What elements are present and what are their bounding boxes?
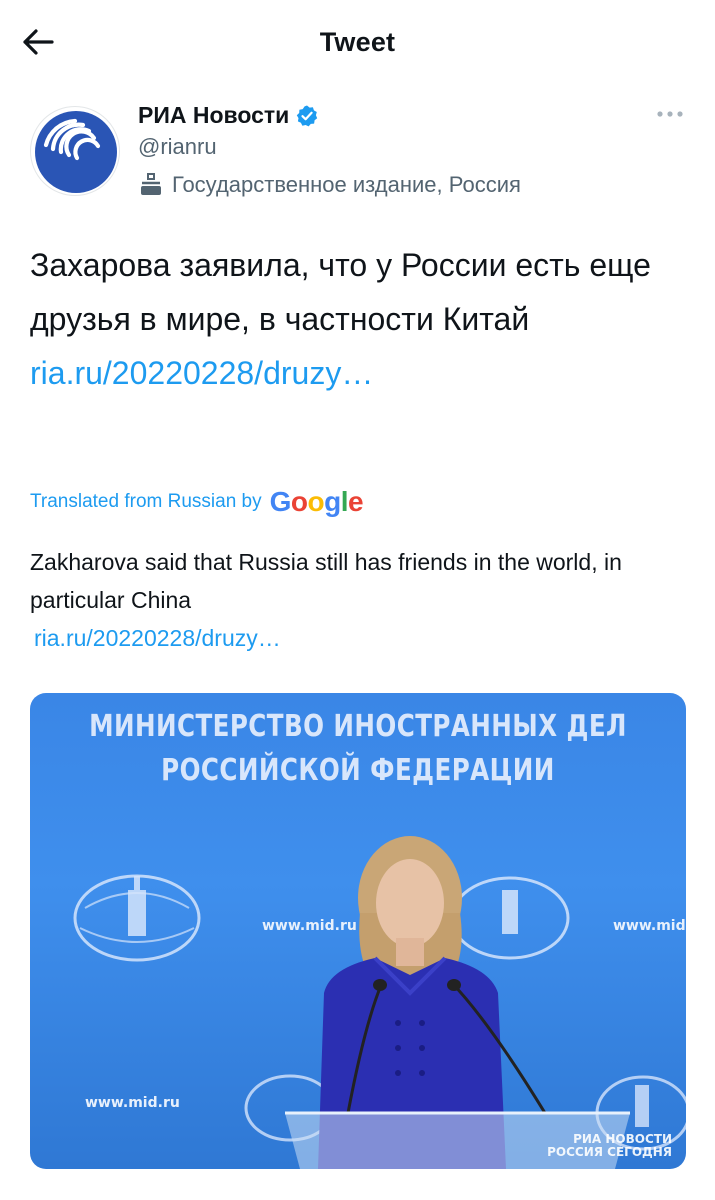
tweet-body: Захарова заявила, что у России есть еще … xyxy=(30,238,680,400)
tweet-photo[interactable]: МИНИСТЕРСТВО ИНОСТРАННЫХ ДЕЛ РОССИЙСКОЙ … xyxy=(30,693,686,1169)
translation-note: Translated from Russian by Google xyxy=(30,484,364,520)
tweet-author-header: РИА Новости @rianru Государственное изда… xyxy=(30,96,690,206)
page-title: Tweet xyxy=(319,26,396,57)
back-button[interactable] xyxy=(18,22,58,62)
more-dots-icon xyxy=(657,111,683,117)
translation-note-text: Translated from Russian by xyxy=(30,491,262,512)
state-media-label[interactable]: Государственное издание, Россия xyxy=(138,172,521,198)
speaker-figure xyxy=(285,836,630,1169)
avatar[interactable] xyxy=(30,106,120,196)
author-handle[interactable]: @rianru xyxy=(138,134,217,160)
state-media-icon xyxy=(141,173,161,195)
more-options-button[interactable] xyxy=(650,102,690,126)
top-bar: Tweet xyxy=(0,0,715,84)
tweet-link[interactable]: ria.ru/20220228/druzy… xyxy=(30,346,680,400)
translated-link[interactable]: ria.ru/20220228/druzy… xyxy=(30,619,670,657)
translated-text: Zakharova said that Russia still has fri… xyxy=(30,549,622,613)
watermark-line-2: РОССИЯ СЕГОДНЯ xyxy=(547,1145,672,1159)
tweet-text: Захарова заявила, что у России есть еще … xyxy=(30,247,651,337)
state-media-text: Государственное издание, Россия xyxy=(172,172,521,197)
ria-watermark: РИА НОВОСТИ РОССИЯ СЕГОДНЯ xyxy=(547,1133,672,1159)
author-name-text: РИА Новости xyxy=(138,102,290,128)
google-logo: Google xyxy=(269,486,364,517)
verified-badge-icon xyxy=(297,105,318,126)
arrow-left-icon xyxy=(23,29,54,55)
author-name[interactable]: РИА Новости xyxy=(138,102,319,129)
translated-body: Zakharova said that Russia still has fri… xyxy=(30,543,670,657)
ria-logo-icon xyxy=(35,111,117,193)
